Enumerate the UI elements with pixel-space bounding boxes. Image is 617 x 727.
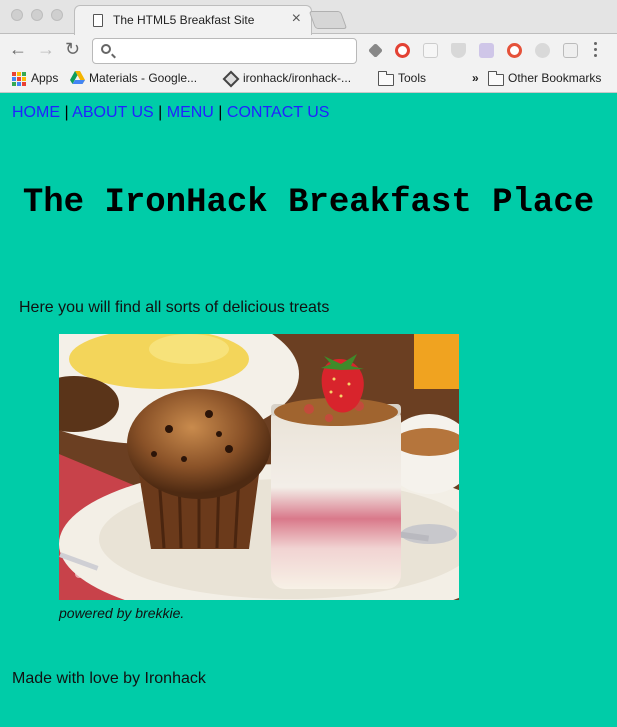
image-caption: powered by brekkie. [59,605,185,621]
tab-strip: The HTML5 Breakfast Site × [0,0,617,35]
site-navigation: HOME | ABOUT US | MENU | CONTACT US [12,104,329,122]
reload-button[interactable]: ↻ [65,40,80,58]
bookmark-tools[interactable]: Tools [398,71,426,85]
search-icon [101,44,111,54]
nav-separator: | [64,104,69,121]
bookmarks-bar: Apps Materials - Google... ironhack/iron… [0,66,617,92]
nav-link-contact-us[interactable]: CONTACT US [227,104,330,121]
github-icon [222,70,240,88]
document-icon [93,14,103,27]
extension-icon-4[interactable] [535,43,550,58]
extension-icon-5[interactable] [563,43,578,58]
nav-link-menu[interactable]: MENU [167,104,214,121]
extension-icon-1[interactable] [368,43,383,58]
back-button[interactable]: ← [9,40,27,58]
extension-icon-2[interactable] [423,43,438,58]
shield-icon[interactable] [451,43,466,58]
bookmark-materials[interactable]: Materials - Google... [89,71,197,85]
folder-icon [378,71,394,86]
browser-chrome: The HTML5 Breakfast Site × ← → ↻ Apps Ma… [0,0,617,93]
intro-text: Here you will find all sorts of deliciou… [19,299,330,316]
bookmark-ironhack[interactable]: ironhack/ironhack-... [243,71,351,85]
browser-toolbar: ← → ↻ [0,34,617,66]
bookmarks-overflow-icon[interactable]: » [472,71,479,85]
page-title: The IronHack Breakfast Place [22,184,595,222]
nav-link-home[interactable]: HOME [12,104,60,121]
google-drive-icon [70,71,85,84]
address-bar[interactable] [92,38,357,64]
footer-text: Made with love by Ironhack [12,670,206,687]
nav-separator: | [218,104,223,121]
nav-link-about-us[interactable]: ABOUT US [72,104,154,121]
apps-grid-icon [12,72,26,86]
opera-icon[interactable] [395,43,410,58]
folder-icon [488,71,504,86]
extension-icon-3[interactable] [479,43,494,58]
tab-close-icon[interactable]: × [292,10,301,28]
new-tab-button[interactable] [308,11,348,29]
forward-button[interactable]: → [37,40,55,58]
minimize-window-button[interactable] [31,9,43,21]
bookmark-apps[interactable]: Apps [31,71,58,85]
menu-icon[interactable] [594,42,598,60]
bookmark-other[interactable]: Other Bookmarks [508,71,601,85]
tab-title: The HTML5 Breakfast Site [113,13,255,27]
zoom-window-button[interactable] [51,9,63,21]
close-window-button[interactable] [11,9,23,21]
nav-separator: | [158,104,163,121]
record-icon[interactable] [507,43,522,58]
breakfast-photo [59,334,459,600]
browser-tab[interactable]: The HTML5 Breakfast Site × [74,5,312,35]
